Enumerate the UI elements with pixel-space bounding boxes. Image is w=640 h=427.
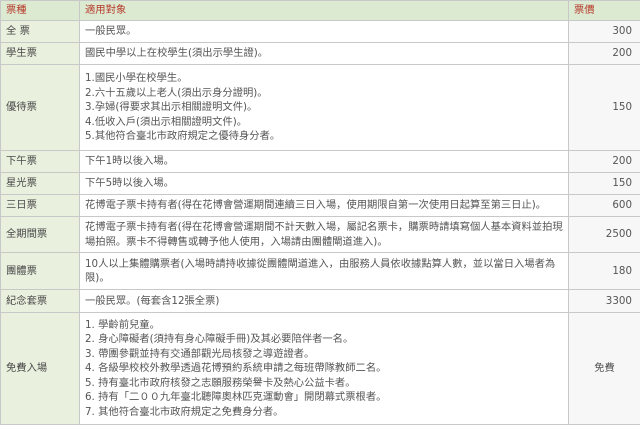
ticket-price: 3300 (568, 289, 640, 313)
ticket-audience: 一般民眾。 (79, 20, 569, 43)
ticket-type: 優待票 (0, 64, 80, 151)
table-row: 星光票 下午5時以後入場。 150 (0, 172, 640, 195)
ticket-audience: 下午1時以後入場。 (79, 150, 569, 173)
audience-line: 一般民眾。 (85, 25, 137, 38)
ticket-type: 全 票 (0, 20, 80, 43)
ticket-audience: 花博電子票卡持有者(得在花博會營運期間不計天數入場，屬記名票卡，購票時請填寫個人… (79, 216, 569, 253)
ticket-price: 180 (568, 252, 640, 290)
table-row: 全 票 一般民眾。 300 (0, 20, 640, 43)
audience-line: 1. 學齡前兒童。 (85, 319, 160, 332)
ticket-audience: 下午5時以後入場。 (79, 172, 569, 195)
header-row: 票種 適用對象 票價 (0, 0, 640, 21)
ticket-type: 學生票 (0, 42, 80, 65)
ticket-type: 星光票 (0, 172, 80, 195)
ticket-price: 300 (568, 20, 640, 43)
ticket-price: 200 (568, 150, 640, 173)
table-row: 全期間票 花博電子票卡持有者(得在花博會營運期間不計天數入場，屬記名票卡，購票時… (0, 216, 640, 253)
table-row: 團體票 10人以上集體購票者(入場時請持收據從團體閘道進入，由服務人員依收據點算… (0, 252, 640, 290)
table-row: 三日票 花博電子票卡持有者(得在花博會營運期間連續三日入場，使用期限自第一次使用… (0, 194, 640, 217)
ticket-audience: 一般民眾。(每套含12張全票) (79, 289, 569, 313)
audience-line: 下午5時以後入場。 (85, 177, 174, 190)
audience-line: 1.國民小學在校學生。 (85, 72, 188, 85)
audience-line: 下午1時以後入場。 (85, 155, 174, 168)
ticket-audience: 1. 學齡前兒童。 2. 身心障礙者(須持有身心障礙手冊)及其必要陪伴者一名。 … (79, 312, 569, 425)
audience-line: 3. 帶團參觀並持有交通部觀光局核發之導遊證者。 (85, 347, 315, 360)
ticket-type: 紀念套票 (0, 289, 80, 313)
audience-line: 5. 持有臺北市政府核發之志願服務榮譽卡及熱心公益卡者。 (85, 376, 356, 389)
ticket-type: 團體票 (0, 252, 80, 290)
ticket-price: 600 (568, 194, 640, 217)
ticket-audience: 10人以上集體購票者(入場時請持收據從團體閘道進入，由服務人員依收據點算人數，並… (79, 252, 569, 290)
audience-line: 花博電子票卡持有者(得在花博會營運期間連續三日入場，使用期限自第一次使用日起算至… (85, 199, 547, 212)
ticket-type: 免費入場 (0, 312, 80, 425)
header-price: 票價 (568, 0, 640, 21)
ticket-price: 免費 (568, 312, 640, 425)
ticket-type: 三日票 (0, 194, 80, 217)
audience-line: 2. 身心障礙者(須持有身心障礙手冊)及其必要陪伴者一名。 (85, 333, 354, 346)
audience-line: 國民中學以上在校學生(須出示學生證)。 (85, 47, 269, 60)
ticket-price: 200 (568, 42, 640, 65)
ticket-price: 2500 (568, 216, 640, 253)
table-row: 優待票 1.國民小學在校學生。 2.六十五歲以上老人(須出示身分證明)。 3.孕… (0, 64, 640, 151)
ticket-price: 150 (568, 64, 640, 151)
ticket-audience: 花博電子票卡持有者(得在花博會營運期間連續三日入場，使用期限自第一次使用日起算至… (79, 194, 569, 217)
audience-line: 6. 持有「二００九年臺北聽障奧林匹克運動會」開閉幕式票根者。 (85, 391, 387, 404)
audience-line: 5.其他符合臺北市政府規定之優待身分者。 (85, 130, 281, 143)
header-type: 票種 (0, 0, 80, 21)
ticket-audience: 1.國民小學在校學生。 2.六十五歲以上老人(須出示身分證明)。 3.孕婦(得要… (79, 64, 569, 151)
audience-line: 2.六十五歲以上老人(須出示身分證明)。 (85, 86, 268, 99)
ticket-type: 下午票 (0, 150, 80, 173)
fare-table: 票種 適用對象 票價 全 票 一般民眾。 300 學生票 國民中學以上在校學生(… (0, 0, 640, 425)
table-row: 學生票 國民中學以上在校學生(須出示學生證)。 200 (0, 42, 640, 65)
audience-line: 4.低收入戶(須出示相關證明文件)。 (85, 115, 248, 128)
table-row: 紀念套票 一般民眾。(每套含12張全票) 3300 (0, 289, 640, 313)
ticket-price: 150 (568, 172, 640, 195)
audience-line: 3.孕婦(得要求其出示相關證明文件)。 (85, 101, 258, 114)
table-row: 下午票 下午1時以後入場。 200 (0, 150, 640, 173)
ticket-audience: 國民中學以上在校學生(須出示學生證)。 (79, 42, 569, 65)
audience-line: 7. 其他符合臺北市政府規定之免費身分者。 (85, 405, 284, 418)
table-row: 免費入場 1. 學齡前兒童。 2. 身心障礙者(須持有身心障礙手冊)及其必要陪伴… (0, 312, 640, 425)
header-audience: 適用對象 (79, 0, 569, 21)
audience-line: 一般民眾。(每套含12張全票) (85, 294, 220, 307)
audience-line: 4. 各級學校校外教學透過花博預約系統申請之每班帶隊教師二名。 (85, 362, 387, 375)
ticket-type: 全期間票 (0, 216, 80, 253)
